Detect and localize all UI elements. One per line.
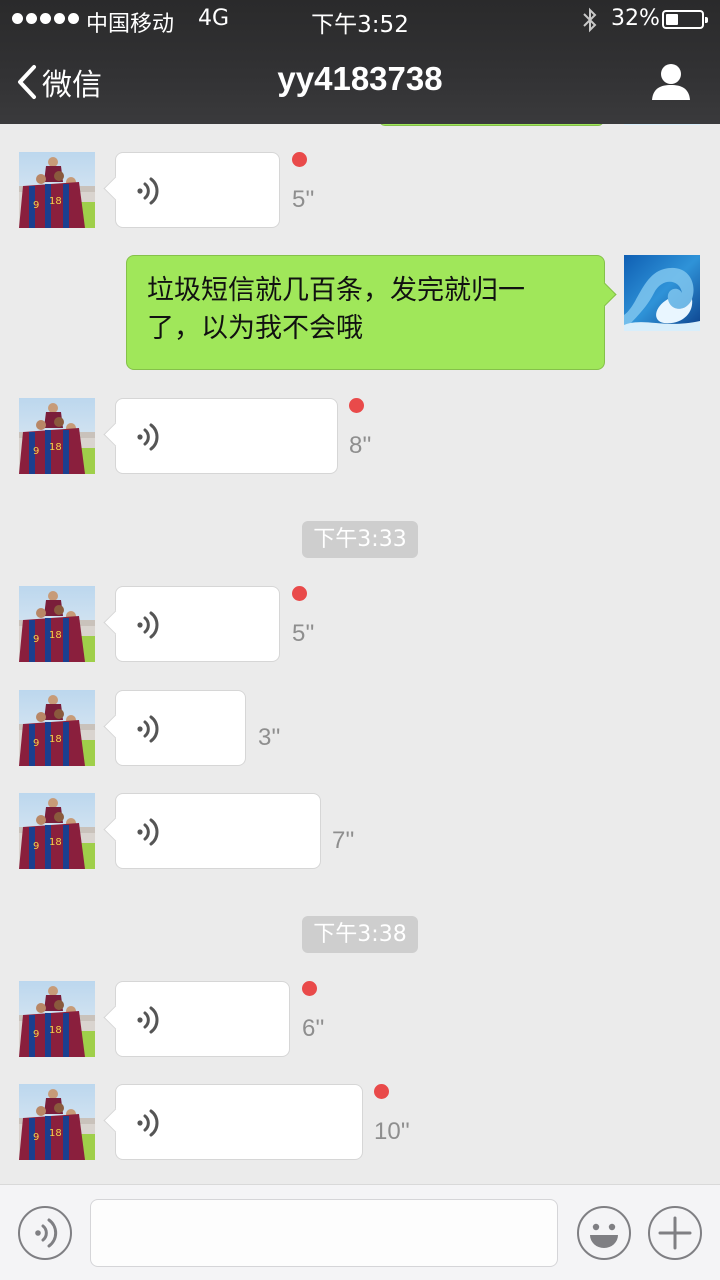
battery-percentage: 32%	[611, 6, 660, 31]
contact-avatar[interactable]	[19, 152, 95, 228]
emoji-icon	[590, 1223, 618, 1248]
sent-text-bubble[interactable]: 垃圾短信就几百条，发完就归一 了，以为我不会哦	[126, 255, 605, 370]
status-bar: 中国移动 4G 下午3:52 32%	[0, 0, 720, 40]
contact-avatar[interactable]	[19, 398, 95, 474]
voice-duration: 5''	[292, 620, 315, 647]
more-functions-button[interactable]	[648, 1206, 702, 1260]
voice-duration: 8''	[349, 432, 372, 459]
voice-wave-icon	[136, 816, 162, 848]
timestamp-badge: 下午3:33	[302, 521, 418, 558]
voice-wave-icon	[136, 1004, 162, 1036]
unread-dot	[292, 152, 307, 167]
voice-duration: 5''	[292, 186, 315, 213]
battery-icon	[662, 10, 708, 29]
message-text-line: 垃圾短信就几百条，发完就归一	[147, 275, 525, 306]
plus-icon	[658, 1216, 692, 1250]
chat-area[interactable]: 5'' 垃圾短信就几百条，发完就归一 了，以为我不会哦 8'' 下午3:33 5…	[0, 124, 720, 1184]
voice-duration: 7''	[332, 827, 355, 854]
voice-message-bubble[interactable]	[115, 152, 280, 228]
my-avatar[interactable]	[624, 255, 700, 331]
nav-bar: 微信 yy4183738	[0, 40, 720, 124]
chat-title: yy4183738	[277, 60, 443, 97]
voice-wave-icon	[136, 175, 162, 207]
voice-duration: 3''	[258, 724, 281, 751]
voice-message-bubble[interactable]	[115, 398, 338, 474]
voice-message-bubble[interactable]	[115, 690, 246, 766]
timestamp-badge: 下午3:38	[302, 916, 418, 953]
voice-wave-icon	[136, 609, 162, 641]
voice-mode-icon	[35, 1218, 58, 1248]
unread-dot	[292, 586, 307, 601]
unread-dot	[302, 981, 317, 996]
contact-profile-icon[interactable]	[650, 62, 692, 102]
emoji-button[interactable]	[577, 1206, 631, 1260]
contact-avatar[interactable]	[19, 690, 95, 766]
message-text-line: 了，以为我不会哦	[147, 313, 363, 344]
input-bar	[0, 1184, 720, 1280]
contact-avatar[interactable]	[19, 981, 95, 1057]
contact-avatar[interactable]	[19, 1084, 95, 1160]
partial-avatar	[624, 124, 700, 125]
contact-avatar[interactable]	[19, 586, 95, 662]
top-bar: 中国移动 4G 下午3:52 32% 微信 yy4183738	[0, 0, 720, 124]
unread-dot	[349, 398, 364, 413]
contact-avatar[interactable]	[19, 793, 95, 869]
voice-mode-button[interactable]	[18, 1206, 72, 1260]
voice-duration: 6''	[302, 1015, 325, 1042]
message-input[interactable]	[90, 1199, 558, 1267]
voice-duration: 10''	[374, 1118, 410, 1145]
unread-dot	[374, 1084, 389, 1099]
voice-wave-icon	[136, 713, 162, 745]
bluetooth-icon	[583, 7, 597, 33]
voice-message-bubble[interactable]	[115, 1084, 363, 1160]
partial-sent-bubble	[379, 124, 604, 126]
voice-message-bubble[interactable]	[115, 981, 290, 1057]
voice-message-bubble[interactable]	[115, 586, 280, 662]
voice-wave-icon	[136, 421, 162, 453]
voice-wave-icon	[136, 1107, 162, 1139]
voice-message-bubble[interactable]	[115, 793, 321, 869]
